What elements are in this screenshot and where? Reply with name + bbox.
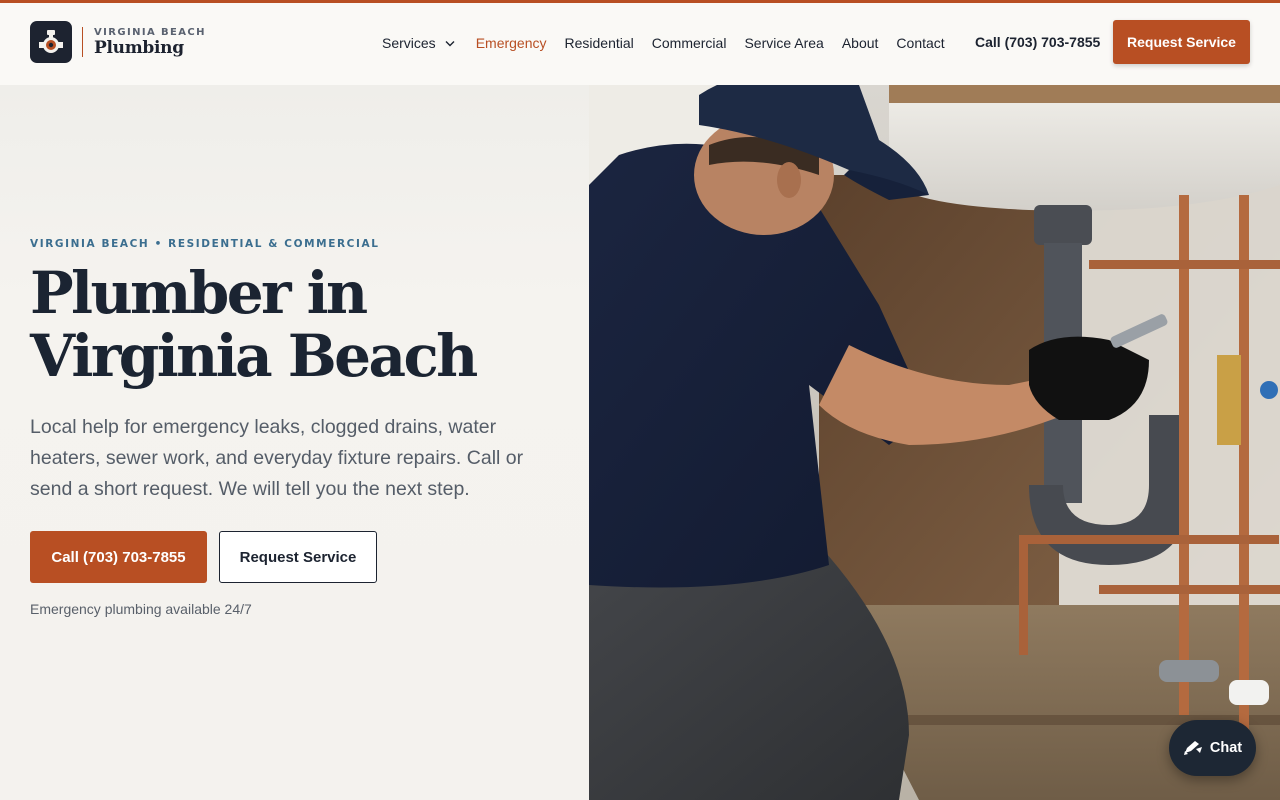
page-title: Plumber in Virginia Beach (30, 262, 570, 388)
request-service-button[interactable]: Request Service (219, 531, 377, 583)
chat-button[interactable]: Chat (1169, 720, 1256, 776)
nav-item-label: Residential (564, 35, 634, 51)
logo-big-text: Plumbing (94, 37, 184, 58)
nav-item-residential[interactable]: Residential (565, 35, 634, 51)
hero-lead-text: Local help for emergency leaks, clogged … (30, 416, 524, 500)
emergency-note: Emergency plumbing available 24/7 (30, 601, 252, 617)
site-header: VIRGINIA BEACH Plumbing Services Emergen… (0, 3, 1280, 85)
nav-item-label: Emergency (475, 35, 547, 51)
nav-item-commercial[interactable]: Commercial (652, 35, 727, 51)
logo-mark-icon (30, 21, 72, 63)
nav-item-label: Contact (896, 35, 945, 51)
header-phone-link[interactable]: Call (703) 703-7855 (975, 34, 1100, 50)
nav-item-service-area[interactable]: Service Area (744, 35, 823, 51)
nav-item-services[interactable]: Services (382, 35, 458, 51)
logo-text: VIRGINIA BEACH Plumbing (94, 27, 206, 58)
nav-item-about[interactable]: About (842, 35, 879, 51)
nav-item-label: Commercial (651, 35, 727, 51)
call-button[interactable]: Call (703) 703-7855 (30, 531, 207, 583)
hero-eyebrow: VIRGINIA BEACH • RESIDENTIAL & COMMERCIA… (30, 238, 380, 250)
header-request-service-button[interactable]: Request Service (1113, 20, 1250, 64)
chat-button-label: Chat (1209, 740, 1243, 756)
nav-item-contact[interactable]: Contact (896, 35, 944, 51)
nav-item-label: Service Area (744, 35, 824, 51)
logo[interactable]: VIRGINIA BEACH Plumbing (30, 21, 206, 63)
main-nav: Services Emergency Residential Commercia… (382, 33, 963, 53)
page-title-line-2: Virginia Beach (30, 322, 478, 390)
nav-item-emergency[interactable]: Emergency (476, 35, 547, 51)
page-title-line-1: Plumber in (30, 259, 368, 327)
nav-item-label: Services (382, 35, 436, 51)
logo-divider (82, 27, 83, 57)
chat-edit-icon (1183, 739, 1203, 757)
nav-item-label: About (841, 35, 879, 51)
logo-small-text: VIRGINIA BEACH (94, 26, 206, 38)
chevron-down-icon (445, 40, 455, 47)
hero-photo-plumber (589, 85, 1280, 800)
